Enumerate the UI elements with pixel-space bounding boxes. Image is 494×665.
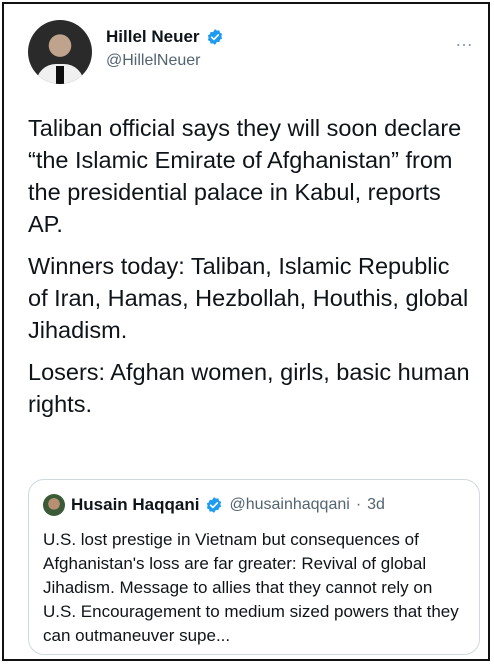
avatar-tie: [56, 66, 64, 84]
verified-badge-icon: [207, 497, 222, 513]
tweet-paragraph: Losers: Afghan women, girls, basic human…: [28, 359, 470, 417]
quoted-tweet[interactable]: Husain Haqqani @husainhaqqani · 3d U.S. …: [28, 479, 480, 655]
quoted-author-name: Husain Haqqani: [71, 495, 200, 514]
tweet-text: Taliban official says they will soon dec…: [28, 112, 473, 430]
quoted-tweet-text: U.S. lost prestige in Vietnam but conseq…: [43, 530, 459, 645]
quoted-author-handle: @husainhaqqani: [229, 496, 350, 513]
quoted-avatar: [43, 494, 65, 516]
more-options-icon[interactable]: …: [455, 30, 474, 51]
quoted-tweet-header: Husain Haqqani @husainhaqqani · 3d: [43, 494, 385, 516]
quoted-timestamp: 3d: [367, 496, 385, 513]
tweet-paragraph: Taliban official says they will soon dec…: [28, 115, 462, 237]
avatar[interactable]: [28, 20, 92, 84]
author-name[interactable]: Hillel Neuer: [106, 26, 200, 48]
tweet-card: Hillel Neuer @HillelNeuer … Taliban offi…: [2, 2, 490, 661]
separator-dot: ·: [355, 496, 362, 513]
author-info: Hillel Neuer @HillelNeuer: [106, 26, 224, 70]
tweet-paragraph: Winners today: Taliban, Islamic Republic…: [28, 253, 469, 343]
verified-badge-icon: [207, 29, 222, 45]
author-name-row: Hillel Neuer: [106, 26, 224, 48]
author-handle[interactable]: @HillelNeuer: [106, 52, 224, 70]
tweet-header: Hillel Neuer @HillelNeuer …: [28, 20, 478, 90]
